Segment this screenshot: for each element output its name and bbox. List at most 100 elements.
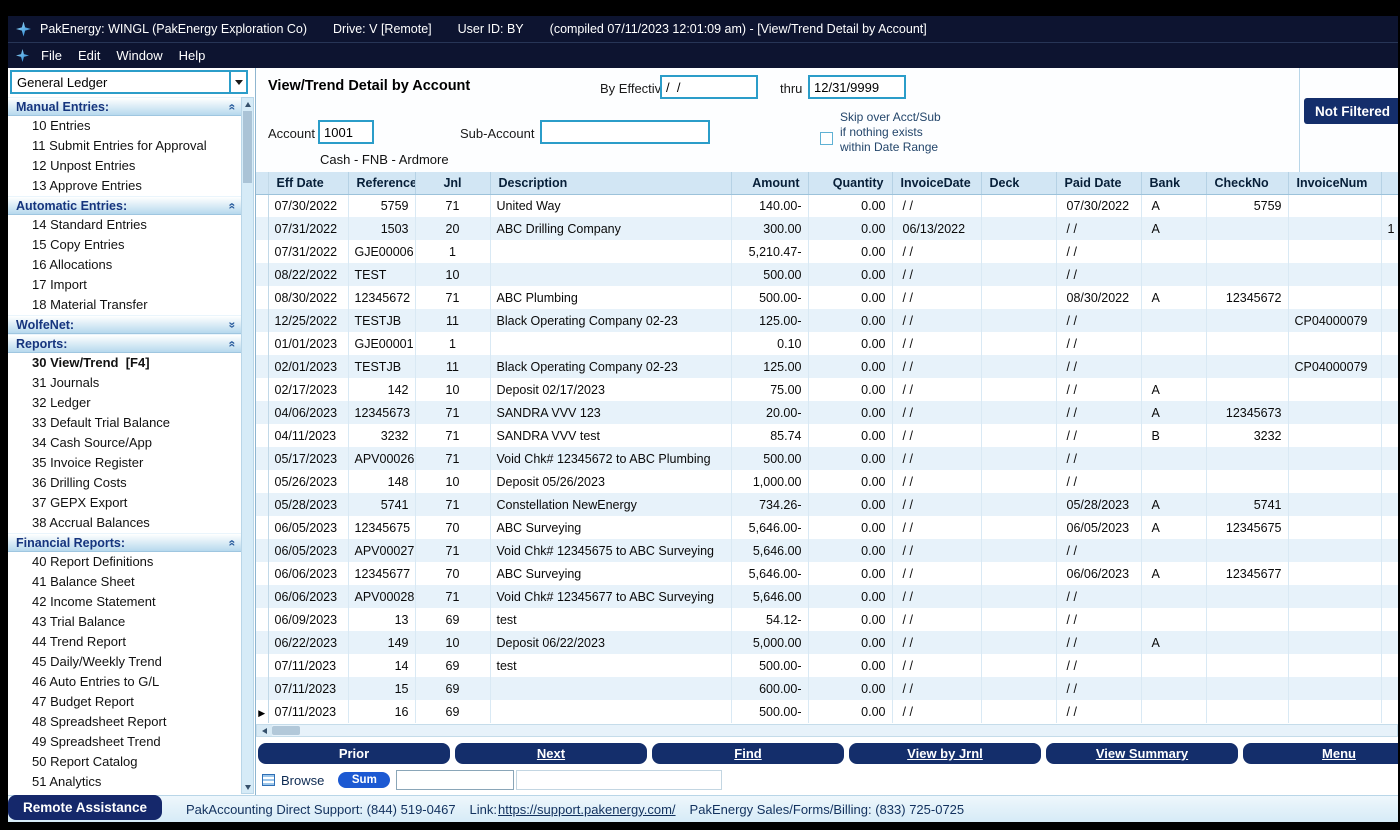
grid-cell[interactable]: 0.00	[808, 608, 892, 631]
grid-cell[interactable]	[1381, 608, 1398, 631]
grid-cell[interactable]: 0.00	[808, 539, 892, 562]
row-selector-cell[interactable]	[256, 493, 268, 516]
grid-cell[interactable]: 0.00	[808, 309, 892, 332]
grid-cell[interactable]: / /	[1056, 585, 1141, 608]
grid-cell[interactable]: 15	[348, 677, 415, 700]
grid-cell[interactable]: Constellation NewEnergy	[490, 493, 731, 516]
sidebar-item-43-trial-balance[interactable]: 43 Trial Balance	[8, 612, 242, 632]
grid-cell[interactable]: / /	[892, 700, 981, 723]
sidebar-item-34-cash-source-app[interactable]: 34 Cash Source/App	[8, 433, 242, 453]
grid-cell[interactable]: / /	[892, 286, 981, 309]
grid-cell[interactable]: 0.10	[731, 332, 808, 355]
grid-cell[interactable]: 08/30/2022	[268, 286, 348, 309]
grid-column-header-paid-date[interactable]: Paid Date	[1056, 172, 1141, 194]
grid-cell[interactable]	[1206, 631, 1288, 654]
grid-cell[interactable]: A	[1141, 516, 1206, 539]
grid-cell[interactable]	[1381, 424, 1398, 447]
grid-cell[interactable]: 70	[415, 562, 490, 585]
grid-cell[interactable]: / /	[1056, 631, 1141, 654]
grid-cell[interactable]: 08/22/2022	[268, 263, 348, 286]
grid-cell[interactable]: 12345677	[1206, 562, 1288, 585]
grid-row[interactable]: 02/01/2023TESTJB11Black Operating Compan…	[256, 355, 1398, 378]
grid-cell[interactable]	[981, 240, 1056, 263]
grid-cell[interactable]	[1141, 585, 1206, 608]
grid-cell[interactable]	[1288, 631, 1381, 654]
grid-cell[interactable]	[1206, 217, 1288, 240]
grid-column-header-quantity[interactable]: Quantity	[808, 172, 892, 194]
grid-cell[interactable]: ABC Drilling Company	[490, 217, 731, 240]
grid-cell[interactable]: ABC Surveying	[490, 516, 731, 539]
grid-cell[interactable]: A	[1141, 217, 1206, 240]
grid-cell[interactable]	[1206, 539, 1288, 562]
grid-cell[interactable]	[490, 700, 731, 723]
sidebar-item-41-balance-sheet[interactable]: 41 Balance Sheet	[8, 572, 242, 592]
grid-cell[interactable]	[1141, 539, 1206, 562]
grid-cell[interactable]: 06/06/2023	[268, 562, 348, 585]
grid-cell[interactable]: A	[1141, 194, 1206, 217]
grid-row[interactable]: 05/17/2023APV0002671Void Chk# 12345672 t…	[256, 447, 1398, 470]
row-selector-cell[interactable]	[256, 309, 268, 332]
grid-cell[interactable]	[981, 309, 1056, 332]
grid-cell[interactable]	[1381, 585, 1398, 608]
grid-cell[interactable]	[1141, 700, 1206, 723]
grid-cell[interactable]: 5741	[1206, 493, 1288, 516]
sidebar-item-36-drilling-costs[interactable]: 36 Drilling Costs	[8, 473, 242, 493]
grid-column-header-description[interactable]: Description	[490, 172, 731, 194]
sidebar-scrollbar-thumb[interactable]	[243, 111, 252, 183]
grid-cell[interactable]	[1206, 447, 1288, 470]
grid-cell[interactable]: 5,646.00	[731, 585, 808, 608]
grid-cell[interactable]: test	[490, 608, 731, 631]
grid-cell[interactable]: 5,646.00-	[731, 516, 808, 539]
sidebar-item-35-invoice-register[interactable]: 35 Invoice Register	[8, 453, 242, 473]
grid-cell[interactable]: / /	[892, 194, 981, 217]
grid-cell[interactable]	[981, 677, 1056, 700]
grid-cell[interactable]	[1141, 263, 1206, 286]
grid-cell[interactable]: / /	[1056, 539, 1141, 562]
row-selector-cell[interactable]	[256, 240, 268, 263]
grid-cell[interactable]: / /	[892, 493, 981, 516]
grid-cell[interactable]: 11	[415, 309, 490, 332]
grid-cell[interactable]	[981, 332, 1056, 355]
grid-cell[interactable]	[1381, 539, 1398, 562]
grid-cell[interactable]	[981, 608, 1056, 631]
grid-column-header[interactable]	[1381, 172, 1398, 194]
grid-cell[interactable]: / /	[1056, 447, 1141, 470]
grid-cell[interactable]	[1288, 447, 1381, 470]
grid-cell[interactable]: 69	[415, 654, 490, 677]
grid-cell[interactable]	[1381, 355, 1398, 378]
grid-column-header-jnl[interactable]: Jnl	[415, 172, 490, 194]
grid-row[interactable]: 06/06/2023APV0002871Void Chk# 12345677 t…	[256, 585, 1398, 608]
sidebar-item-37-gepx-export[interactable]: 37 GEPX Export	[8, 493, 242, 513]
grid-row[interactable]: 06/05/2023APV0002771Void Chk# 12345675 t…	[256, 539, 1398, 562]
grid-cell[interactable]	[490, 677, 731, 700]
grid-cell[interactable]	[1381, 194, 1398, 217]
grid-row[interactable]: 05/26/202314810Deposit 05/26/20231,000.0…	[256, 470, 1398, 493]
grid-cell[interactable]	[1381, 332, 1398, 355]
sidebar-section-manual-entries[interactable]: Manual Entries:«	[8, 97, 242, 116]
row-selector-cell[interactable]	[256, 677, 268, 700]
grid-cell[interactable]	[1206, 355, 1288, 378]
grid-cell[interactable]	[490, 240, 731, 263]
grid-cell[interactable]	[981, 539, 1056, 562]
grid-cell[interactable]	[1141, 332, 1206, 355]
grid-cell[interactable]: 04/11/2023	[268, 424, 348, 447]
grid-row[interactable]: 05/28/2023574171Constellation NewEnergy7…	[256, 493, 1398, 516]
row-selector-cell[interactable]	[256, 263, 268, 286]
grid-cell[interactable]: 06/05/2023	[268, 539, 348, 562]
row-selector-cell[interactable]	[256, 539, 268, 562]
grid-cell[interactable]: 0.00	[808, 677, 892, 700]
grid-cell[interactable]	[1288, 470, 1381, 493]
grid-cell[interactable]: 07/31/2022	[268, 217, 348, 240]
grid-cell[interactable]: 12345672	[1206, 286, 1288, 309]
sum-button[interactable]: Sum	[338, 772, 390, 788]
grid-row[interactable]: 02/17/202314210Deposit 02/17/202375.000.…	[256, 378, 1398, 401]
grid-cell[interactable]: 06/13/2022	[892, 217, 981, 240]
scroll-left-icon[interactable]	[257, 725, 272, 736]
grid-cell[interactable]: 0.00	[808, 562, 892, 585]
horizontal-scrollbar-thumb[interactable]	[272, 726, 300, 735]
grid-column-header-bank[interactable]: Bank	[1141, 172, 1206, 194]
nav-find-button[interactable]: Find	[652, 743, 844, 764]
grid-cell[interactable]: / /	[892, 516, 981, 539]
effective-date-from-input[interactable]	[660, 75, 758, 99]
grid-cell[interactable]	[1141, 355, 1206, 378]
